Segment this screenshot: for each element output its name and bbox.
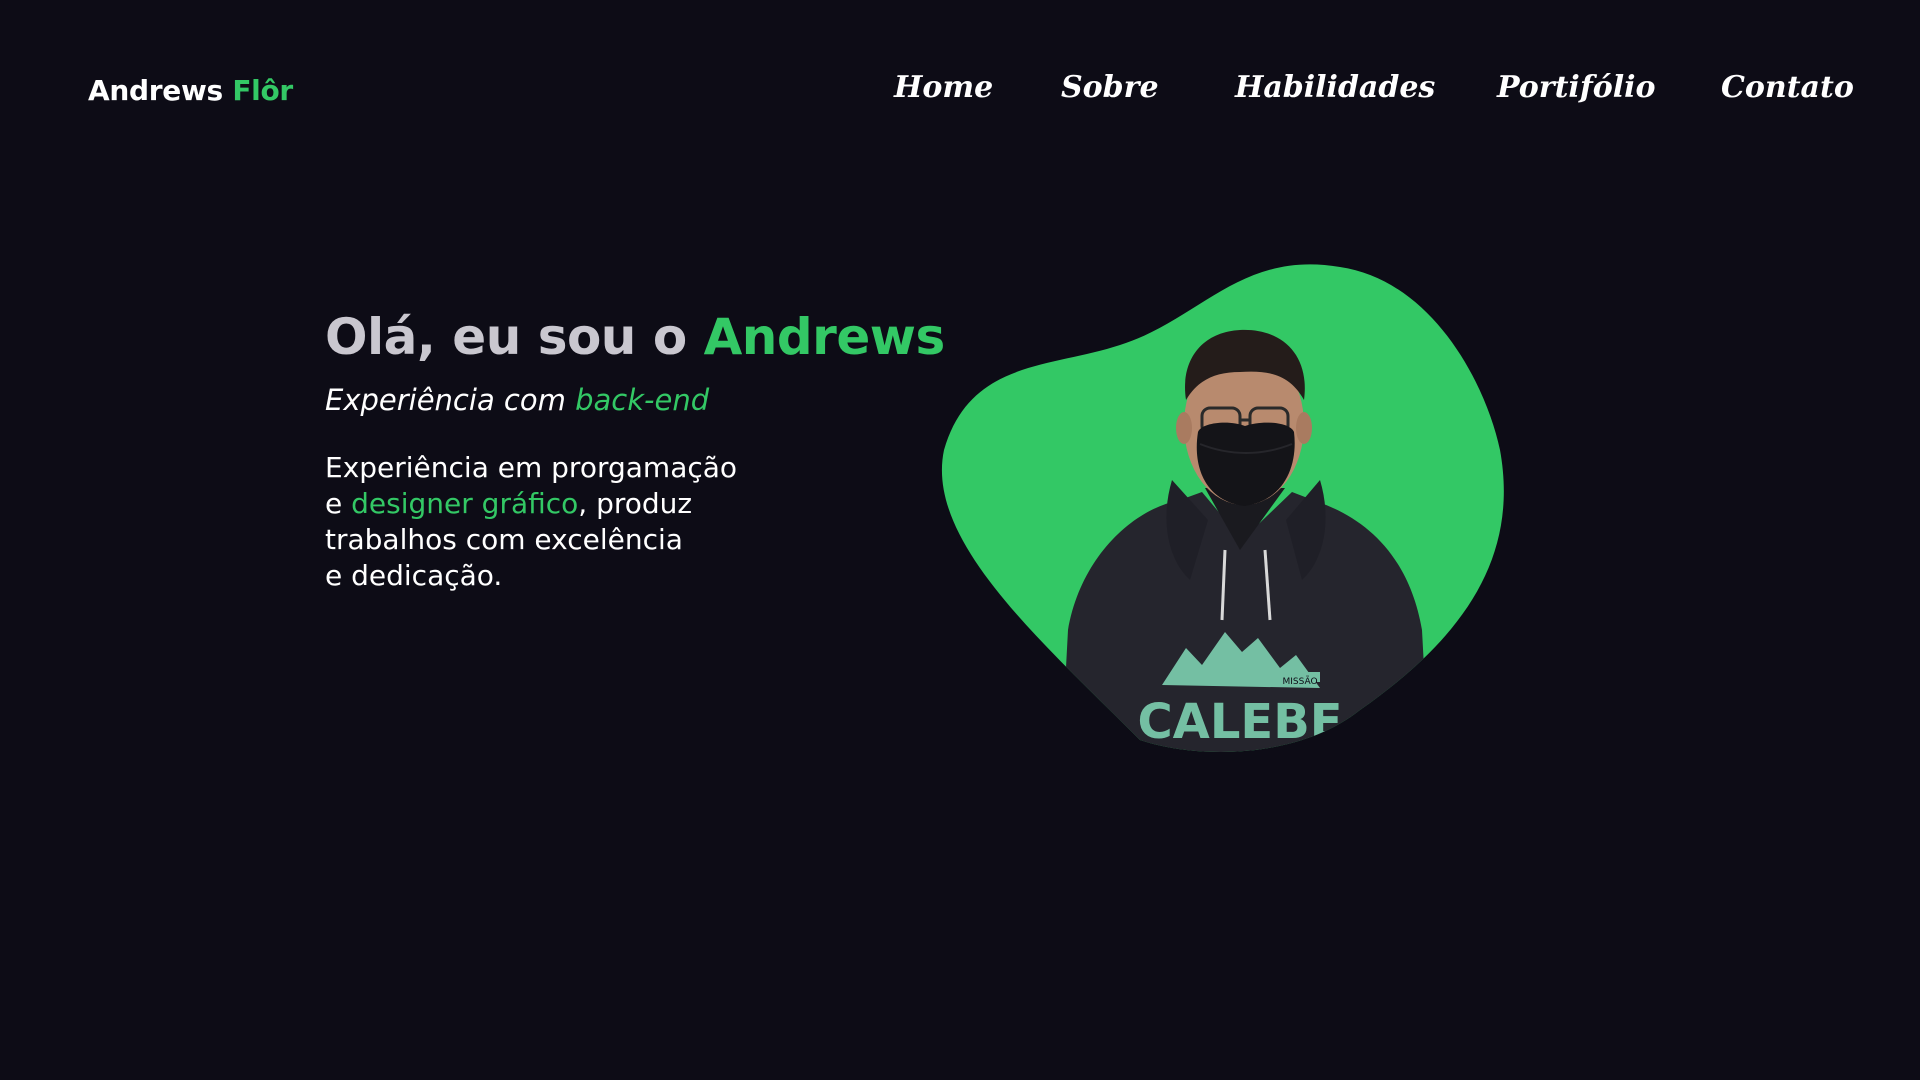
shirt-small-text: MISSÃO [1282,676,1317,687]
hero-description: Experiência em prorgamação e designer grá… [325,450,737,594]
hero-desc-line4: e dedicação. [325,559,503,592]
profile-blob: CALEBE MISSÃO [941,264,1504,752]
nav-item-sobre[interactable]: Sobre [1061,70,1159,105]
hero-desc-accent: designer gráfico [351,487,579,520]
hero-desc-line2-prefix: e [325,487,352,520]
main-nav: Home Sobre Habilidades Portifólio Contat… [0,70,1920,114]
hero-desc-line3: trabalhos com excelência [325,523,683,556]
hero-desc-line2-suffix: , produz [578,487,693,520]
nav-item-portifolio[interactable]: Portifólio [1497,70,1656,105]
hero-title-name: Andrews [703,308,946,366]
nav-item-contato[interactable]: Contato [1721,70,1854,105]
nav-item-home[interactable]: Home [894,70,993,105]
nav-item-habilidades[interactable]: Habilidades [1235,70,1435,105]
hero-subtitle: Experiência com back-end [325,383,709,417]
shirt-logo-text: CALEBE [1137,694,1342,750]
hero-title-prefix: Olá, eu sou o [325,308,687,366]
hero-subtitle-accent: back-end [575,383,710,417]
portfolio-page: Andrews Flôr Home Sobre Habilidades Port… [0,0,1920,1080]
hero-title: Olá, eu sou o Andrews [325,308,945,366]
hero-subtitle-prefix: Experiência com [325,383,566,417]
hero-desc-line1: Experiência em prorgamação [325,451,738,484]
